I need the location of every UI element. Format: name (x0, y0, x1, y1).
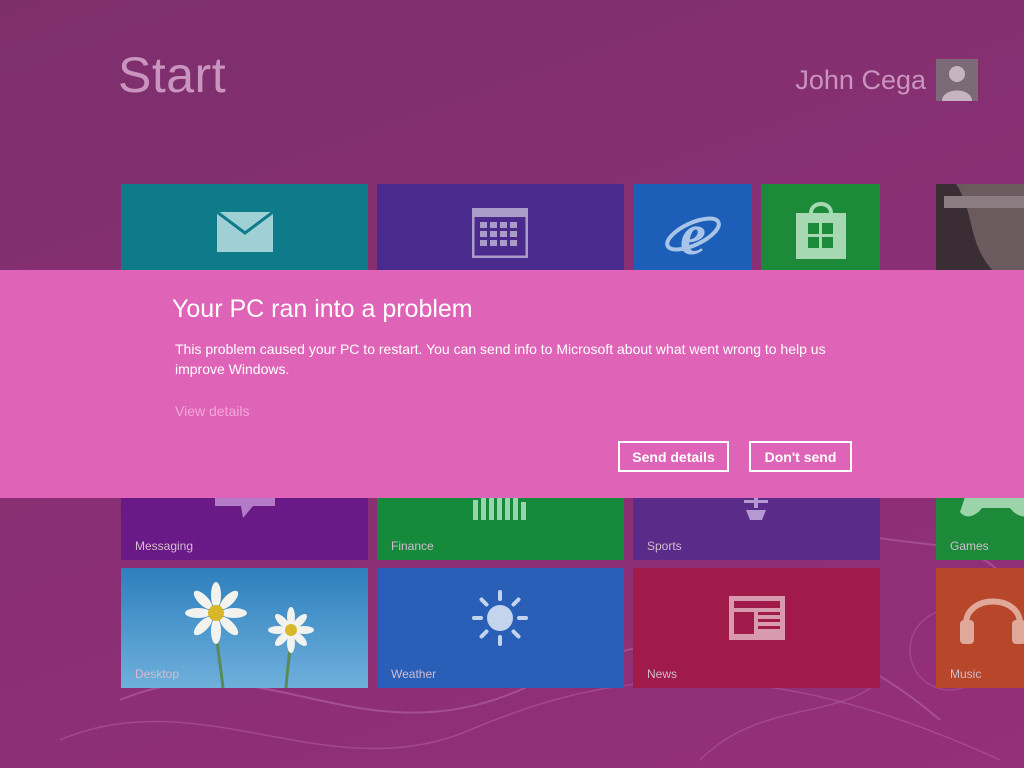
newspaper-icon (729, 596, 785, 640)
tile-label-news: News (647, 667, 678, 681)
tile-weather[interactable]: Weather (377, 568, 624, 688)
tile-label-desktop: Desktop (135, 667, 180, 681)
tile-label-weather: Weather (391, 667, 437, 681)
tile-label-music: Music (950, 667, 982, 681)
svg-text:e: e (680, 204, 706, 264)
internet-explorer-icon: e (665, 204, 721, 264)
dialog-message: This problem caused your PC to restart. … (175, 341, 826, 377)
error-dialog: Your PC ran into a problem This problem … (0, 270, 1024, 498)
mail-icon (216, 211, 274, 252)
tile-label-sports: Sports (647, 539, 682, 553)
calendar-icon (472, 208, 528, 258)
user-name: John Cega (795, 64, 926, 95)
tile-label-finance: Finance (391, 539, 434, 553)
send-details-button[interactable]: Send details (618, 441, 729, 472)
tile-label-games: Games (950, 539, 989, 553)
tile-label-messaging: Messaging (135, 539, 194, 553)
sun-icon (472, 590, 528, 646)
user-silhouette-icon (936, 59, 978, 101)
user-account[interactable]: John Cega (795, 59, 978, 101)
headphones-icon (960, 598, 1024, 644)
start-title: Start (118, 47, 227, 103)
store-icon (796, 202, 846, 259)
start-screen: Start John Cega e Messaging Finance Spor… (0, 0, 1024, 768)
tile-news[interactable]: News (633, 568, 880, 688)
view-details-link[interactable]: View details (175, 403, 249, 419)
dont-send-button[interactable]: Don't send (749, 441, 852, 472)
tile-desktop[interactable]: Desktop (121, 568, 368, 688)
tile-music[interactable]: Music (936, 568, 1024, 688)
dialog-title: Your PC ran into a problem (172, 295, 473, 323)
